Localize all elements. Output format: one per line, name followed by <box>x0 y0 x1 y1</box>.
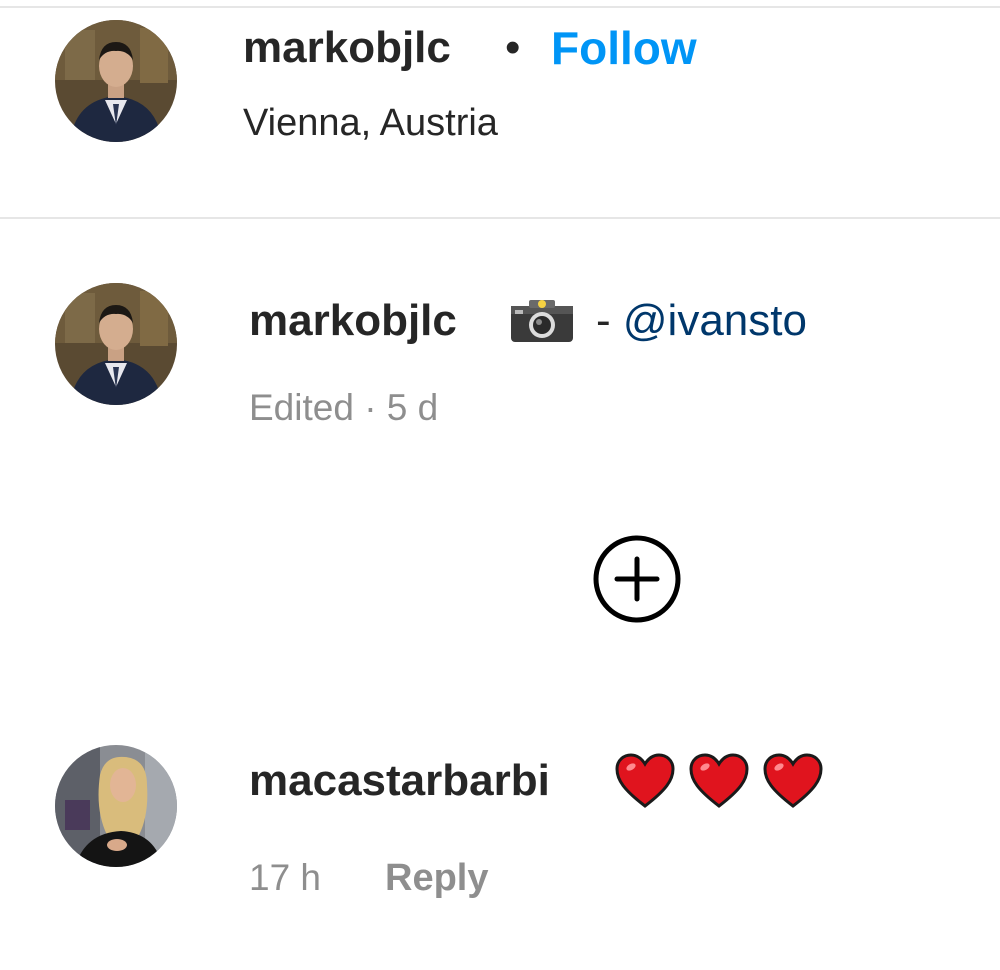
load-more-comments-button[interactable] <box>592 534 682 624</box>
plus-circle-icon <box>593 535 681 623</box>
red-heart-icon <box>689 753 749 808</box>
follow-button[interactable]: Follow <box>551 22 697 74</box>
red-heart-icon <box>615 753 675 808</box>
header-avatar[interactable] <box>55 20 177 142</box>
caption-avatar[interactable] <box>55 283 177 405</box>
location-link[interactable]: Vienna, Austria <box>243 100 498 146</box>
mention-link[interactable]: @ivansto <box>623 296 807 345</box>
header-divider <box>0 217 1000 219</box>
comment-timestamp[interactable]: 17 h <box>249 855 321 901</box>
comment-text <box>614 752 824 812</box>
header-username[interactable]: markobjlc <box>243 22 451 74</box>
reply-button[interactable]: Reply <box>385 855 488 901</box>
separator-dot: • <box>505 23 521 72</box>
comment-avatar[interactable] <box>55 745 177 867</box>
camera-with-flash-icon <box>509 298 575 344</box>
caption-username[interactable]: markobjlc <box>249 295 457 347</box>
comment-username[interactable]: macastarbarbi <box>249 755 550 807</box>
caption-meta: Edited · 5 d <box>249 387 439 428</box>
red-heart-icon <box>763 753 823 808</box>
top-divider <box>0 6 1000 8</box>
caption-separator: - <box>596 296 623 345</box>
caption-text: - @ivansto <box>596 295 807 347</box>
